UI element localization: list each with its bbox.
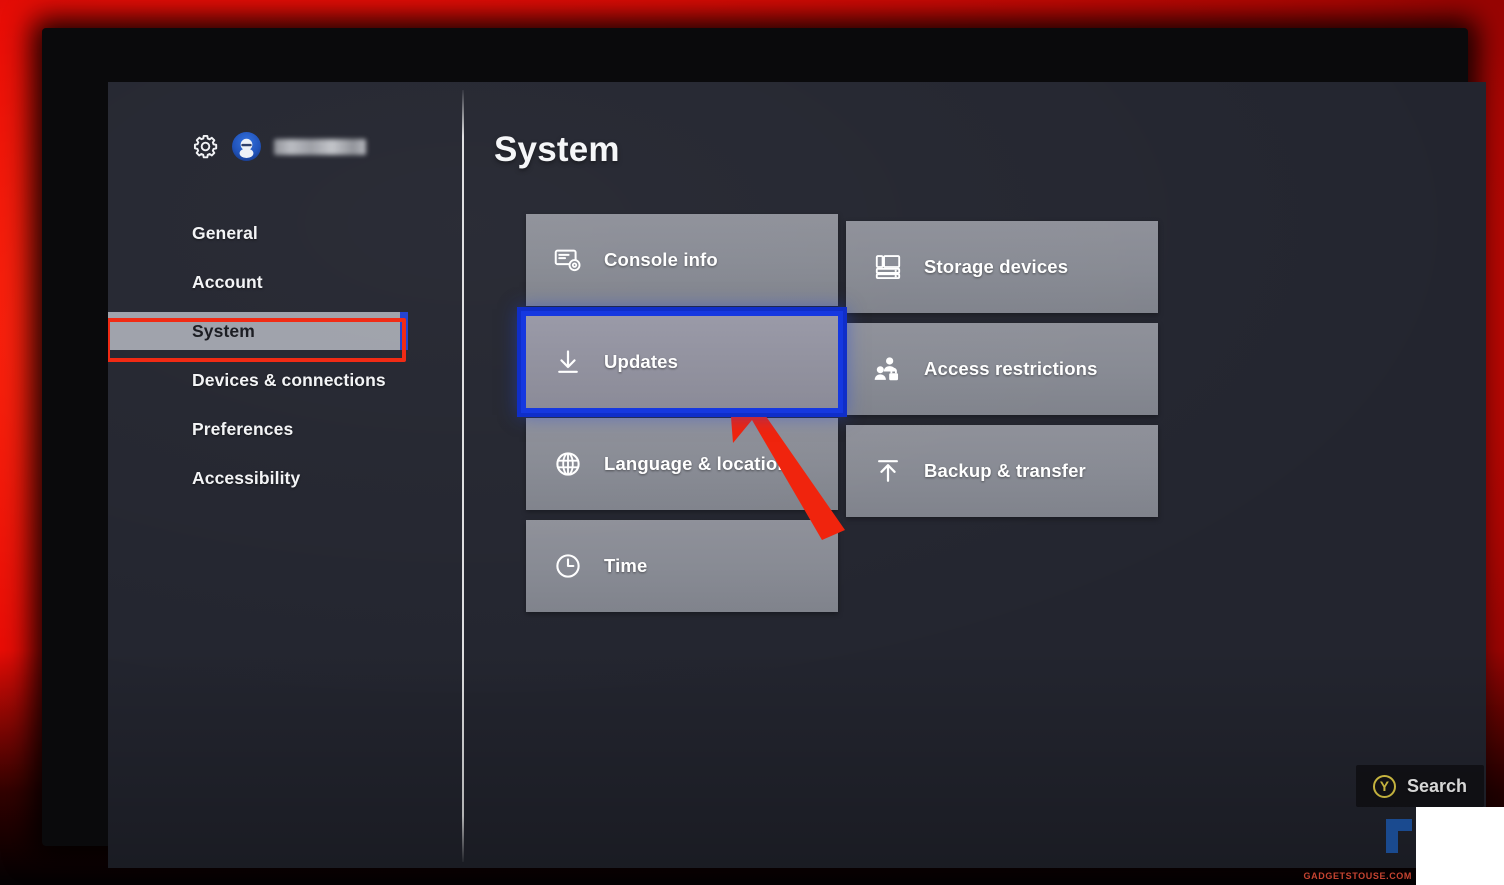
settings-nav: General Account System Devices & connect… xyxy=(108,214,462,508)
avatar-face-icon xyxy=(239,138,254,158)
tile-console-info[interactable]: Console info xyxy=(526,214,838,306)
y-button-icon: Y xyxy=(1372,774,1396,798)
tile-label: Access restrictions xyxy=(924,358,1098,379)
account-row[interactable] xyxy=(192,132,366,161)
tile-access-restrictions[interactable]: Access restrictions xyxy=(846,323,1158,415)
tile-label: Console info xyxy=(604,249,718,270)
sidebar-item-devices[interactable]: Devices & connections xyxy=(108,361,462,399)
tile-label: Language & location xyxy=(604,453,789,474)
sidebar-item-label: Preferences xyxy=(192,418,294,439)
main-pane: System Console info Updates Language & l… xyxy=(464,82,1486,868)
sidebar-item-accessibility[interactable]: Accessibility xyxy=(108,459,462,497)
tile-backup-transfer[interactable]: Backup & transfer xyxy=(846,425,1158,517)
people-lock-icon xyxy=(874,357,899,381)
sidebar-item-general[interactable]: General xyxy=(108,214,462,252)
console-info-icon xyxy=(554,249,581,272)
gear-icon[interactable] xyxy=(192,133,219,160)
download-icon xyxy=(558,350,578,373)
partial-logo-icon xyxy=(1386,819,1412,853)
globe-icon xyxy=(556,452,580,476)
watermark-text: GADGETSTOUSE.COM xyxy=(1303,871,1412,881)
tile-time[interactable]: Time xyxy=(526,520,838,612)
clock-icon xyxy=(556,554,580,578)
white-overlay-box xyxy=(1416,807,1504,885)
avatar[interactable] xyxy=(232,132,261,161)
sidebar: General Account System Devices & connect… xyxy=(108,82,462,868)
sidebar-item-system[interactable]: System xyxy=(108,312,408,350)
sidebar-item-preferences[interactable]: Preferences xyxy=(108,410,462,448)
storage-icon xyxy=(875,255,901,280)
search-button[interactable]: Y Search xyxy=(1356,765,1484,807)
tile-language-location[interactable]: Language & location xyxy=(526,418,838,510)
tile-column-right: Storage devices Access restrictions Back… xyxy=(846,221,1158,527)
sidebar-item-label: System xyxy=(192,320,255,341)
xbox-settings-screen: General Account System Devices & connect… xyxy=(108,82,1486,868)
page-title: System xyxy=(494,130,620,169)
tile-label: Time xyxy=(604,555,648,576)
photo-frame: General Account System Devices & connect… xyxy=(0,0,1504,885)
tile-column-left: Console info Updates Language & location… xyxy=(521,214,843,622)
tile-label: Updates xyxy=(604,351,679,372)
tile-updates[interactable]: Updates xyxy=(521,311,843,413)
sidebar-item-label: General xyxy=(192,222,258,243)
tile-label: Storage devices xyxy=(924,256,1069,277)
sidebar-item-label: Account xyxy=(192,271,263,292)
tv-bezel: General Account System Devices & connect… xyxy=(42,28,1486,868)
gamertag-redacted xyxy=(274,138,366,155)
upload-icon xyxy=(878,460,898,482)
sidebar-item-label: Devices & connections xyxy=(192,369,386,390)
sidebar-item-account[interactable]: Account xyxy=(108,263,462,301)
sidebar-item-label: Accessibility xyxy=(192,467,301,488)
search-button-label: Search xyxy=(1406,775,1468,796)
tile-label: Backup & transfer xyxy=(924,460,1086,481)
tile-storage-devices[interactable]: Storage devices xyxy=(846,221,1158,313)
